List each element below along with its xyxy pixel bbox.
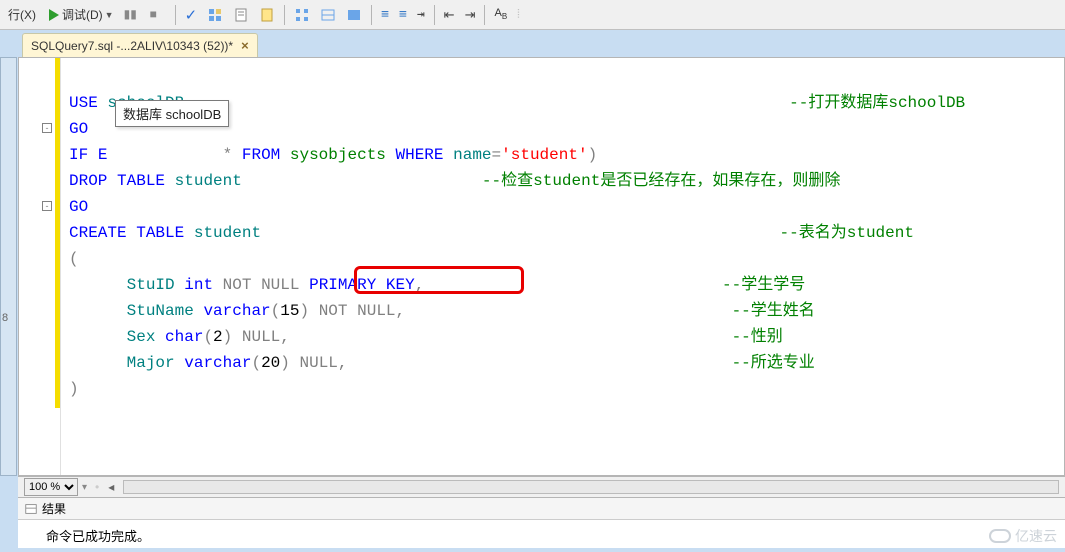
grid2-icon (320, 7, 336, 23)
results-tab[interactable]: 结果 (18, 498, 1065, 520)
debug-label: 调试(D) (62, 6, 103, 23)
pause-button[interactable]: ▮▮ (120, 4, 144, 26)
tab-bar: SQLQuery7.sql -...2ALIV\10343 (52))* × (0, 30, 1065, 57)
play-icon (46, 7, 62, 23)
hover-tooltip: 数据库 schoolDB (115, 100, 229, 127)
scroll-left-button[interactable]: ◂ (103, 480, 119, 494)
line-number-marker: 8 (2, 312, 8, 324)
tb-icon-2[interactable] (229, 4, 253, 26)
outdent-right-button[interactable]: ⇥ (461, 4, 480, 26)
toggle-case-button[interactable]: AB (490, 4, 511, 26)
outdent-left-icon: ⇤ (444, 7, 455, 23)
h-scrollbar[interactable] (123, 480, 1059, 494)
cloud-icon (989, 529, 1011, 543)
dropdown-arrow-icon: ▼ (105, 10, 114, 20)
db-structure-icon (207, 7, 223, 23)
tb-icon-1[interactable] (203, 4, 227, 26)
indent-button[interactable]: ⇥ (413, 4, 429, 26)
comment-icon: ≡ (381, 7, 389, 22)
results-tab-label: 结果 (42, 500, 66, 517)
editor-gutter: - - (19, 58, 61, 475)
tb-icon-6[interactable] (342, 4, 366, 26)
results-panel: 结果 命令已成功完成。 (18, 498, 1065, 548)
tab-close-button[interactable]: × (241, 38, 249, 53)
zoom-sep: • (95, 480, 99, 494)
tb-icon-3[interactable] (255, 4, 279, 26)
change-marker (55, 58, 60, 408)
tb-icon-5[interactable] (316, 4, 340, 26)
zoom-select[interactable]: 100 % (24, 478, 78, 496)
fold-marker[interactable]: - (42, 123, 52, 133)
run-label: 行(X) (8, 6, 36, 23)
zoom-bar: 100 % ▾ • ◂ (18, 476, 1065, 498)
indent-icon: ⇥ (417, 7, 425, 22)
stop-button[interactable]: ■ (146, 4, 170, 26)
debug-button[interactable]: 调试(D) ▼ (42, 4, 118, 26)
outdent-right-icon: ⇥ (465, 7, 476, 23)
doc-yellow-icon (259, 7, 275, 23)
main-toolbar: 行(X) 调试(D) ▼ ▮▮ ■ ✓ ≡ ≡ ⇥ ⇤ ⇥ AB ⦙ (0, 0, 1065, 30)
file-tab[interactable]: SQLQuery7.sql -...2ALIV\10343 (52))* × (22, 33, 258, 57)
case-icon: AB (494, 7, 507, 21)
doc-icon (233, 7, 249, 23)
fold-marker[interactable]: - (42, 201, 52, 211)
grid3-icon (346, 7, 362, 23)
watermark: 亿速云 (989, 526, 1057, 546)
comment-button[interactable]: ≡ (377, 4, 393, 26)
tab-title: SQLQuery7.sql -...2ALIV\10343 (52))* (31, 39, 233, 53)
results-message: 命令已成功完成。 (18, 520, 1065, 548)
tb-icon-4[interactable] (290, 4, 314, 26)
checkmark-icon: ✓ (185, 6, 198, 24)
results-icon (24, 502, 38, 516)
outdent-left-button[interactable]: ⇤ (440, 4, 459, 26)
uncomment-button[interactable]: ≡ (395, 4, 411, 26)
left-panel-collapsed[interactable] (0, 57, 17, 476)
zoom-dropdown-icon: ▾ (82, 482, 87, 493)
toolbar-end: ⦙ (517, 7, 520, 22)
run-button[interactable]: 行(X) (4, 4, 40, 26)
uncomment-icon: ≡ (399, 7, 407, 22)
grid-icon (294, 7, 310, 23)
check-button[interactable]: ✓ (181, 4, 202, 26)
